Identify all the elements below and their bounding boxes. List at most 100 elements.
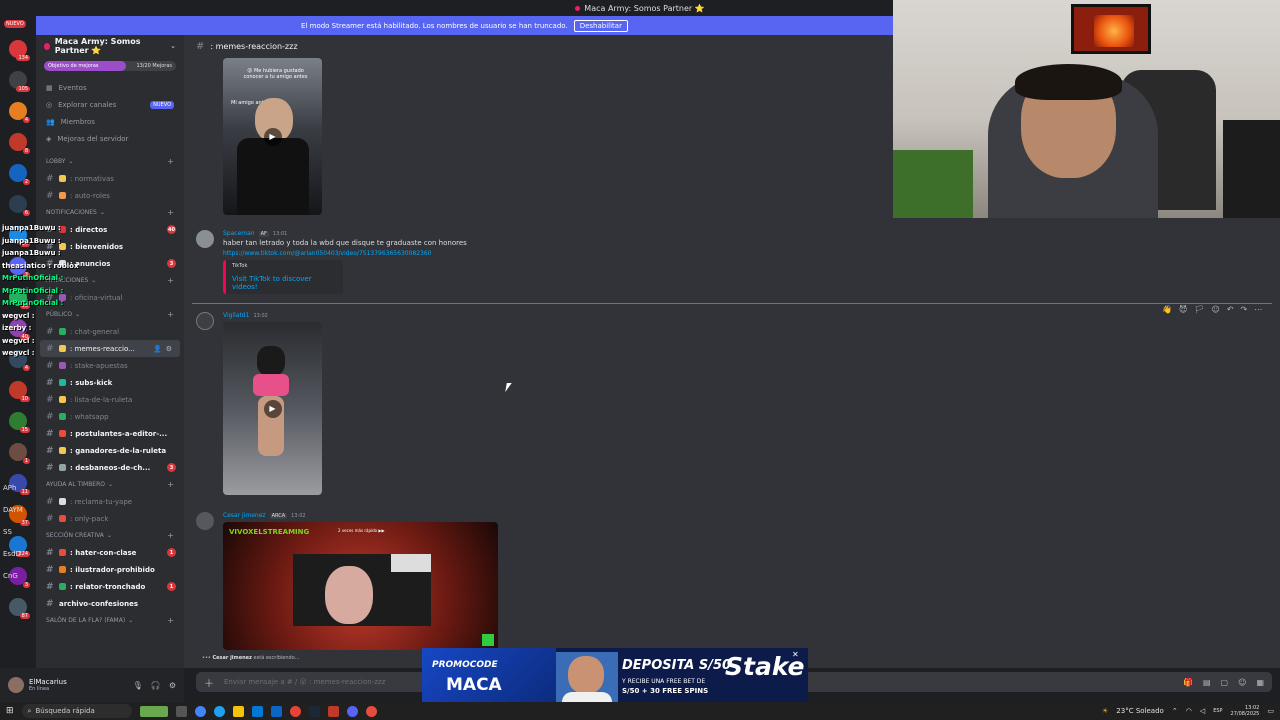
channel-category[interactable]: PÚBLICO ⌄ + <box>36 306 184 323</box>
store-icon[interactable] <box>251 705 263 717</box>
microphone-icon[interactable]: 🎙 <box>133 681 143 690</box>
channel-item[interactable]: #: normativas <box>36 170 184 187</box>
server-icon[interactable]: 1 <box>9 443 30 464</box>
avatar[interactable] <box>8 677 24 693</box>
invite-icon[interactable]: 👤 <box>153 345 162 353</box>
obs-icon[interactable] <box>365 705 377 717</box>
server-icon[interactable]: 87 <box>9 598 30 619</box>
add-channel-icon[interactable]: + <box>167 531 174 540</box>
add-reaction-icon[interactable]: ☺ <box>1211 305 1219 314</box>
add-channel-icon[interactable]: + <box>167 480 174 489</box>
edge-icon[interactable] <box>213 705 225 717</box>
windows-start-icon[interactable]: ⊞ <box>6 706 14 716</box>
gif-icon[interactable]: ▤ <box>1203 678 1211 687</box>
sidebar-nav-item[interactable]: ▦ Eventos <box>36 79 184 96</box>
author-name[interactable]: Spaceman <box>223 230 255 237</box>
server-icon[interactable]: 134 <box>9 40 30 61</box>
file-explorer-icon[interactable] <box>232 705 244 717</box>
add-channel-icon[interactable]: + <box>167 310 174 319</box>
video-attachment[interactable]: VIVOXELSTREAMING 2 veces más rápido ▶▶ <box>223 522 498 650</box>
reaction-icon[interactable]: 😈 <box>1179 305 1187 314</box>
disable-streamer-mode-button[interactable]: Deshabilitar <box>573 19 628 32</box>
reaction-icon[interactable]: 👋 <box>1162 305 1172 314</box>
server-icon[interactable]: 105 <box>9 71 30 92</box>
server-label[interactable]: SS <box>3 528 12 536</box>
gear-icon[interactable]: ⚙ <box>169 681 176 690</box>
add-channel-icon[interactable]: + <box>167 616 174 625</box>
channel-category[interactable]: SECCIÓN CREATIVA ⌄ + <box>36 527 184 544</box>
channel-category[interactable]: LOBBY ⌄ + <box>36 153 184 170</box>
server-icon[interactable]: 15 <box>9 412 30 433</box>
outlook-icon[interactable] <box>270 705 282 717</box>
channel-item[interactable]: #: auto-roles <box>36 187 184 204</box>
reply-icon[interactable]: ↶ <box>1227 305 1234 314</box>
widgets-icon[interactable] <box>139 705 168 717</box>
chrome-icon[interactable] <box>289 705 301 717</box>
forward-icon[interactable]: ↷ <box>1241 305 1248 314</box>
avatar[interactable] <box>196 512 214 530</box>
gift-icon[interactable]: 🎁 <box>1183 678 1193 687</box>
channel-item[interactable]: #: memes-reaccio... 👤 ⚙ <box>40 340 180 357</box>
author-name[interactable]: Cesar jimenez <box>223 512 266 519</box>
apps-icon[interactable]: ▦ <box>1256 678 1264 687</box>
channel-category[interactable]: NOTIFICACIONES ⌄ + <box>36 204 184 221</box>
headphones-icon[interactable]: 🎧 <box>151 681 161 690</box>
avatar[interactable] <box>196 230 214 248</box>
message-link[interactable]: https://www.tiktok.com/@arian050403/vide… <box>223 250 431 257</box>
channel-category[interactable]: SALÓN DE LA FLA? (FAMA) ⌄ + <box>36 612 184 629</box>
channel-item[interactable]: #: lista-de-la-ruleta <box>36 391 184 408</box>
server-icon[interactable]: 6 <box>9 195 30 216</box>
wifi-icon[interactable]: ◠ <box>1186 707 1192 715</box>
taskbar-search[interactable]: ⌕ Búsqueda rápida <box>21 704 132 718</box>
channel-item[interactable]: #: stake-apuestas <box>36 357 184 374</box>
video-attachment[interactable]: 😮 Me hubiera gustado conocer a tu amigo … <box>223 58 322 215</box>
reaction-icon[interactable]: 🏳 <box>1194 305 1204 314</box>
video-attachment[interactable]: ▶ <box>223 322 322 495</box>
channel-item[interactable]: #: ilustrador-prohibido <box>36 561 184 578</box>
sidebar-nav-item[interactable]: ◎ Explorar canales NUEVO <box>36 96 184 113</box>
server-icon[interactable]: 4 <box>9 102 30 123</box>
notifications-icon[interactable]: ▭ <box>1267 707 1274 715</box>
server-header[interactable]: Maca Army: Somos Partner ⭐ ⌄ <box>36 35 184 57</box>
sidebar-nav-item[interactable]: ◈ Mejoras del servidor <box>36 130 184 147</box>
language-indicator[interactable]: ESP <box>1213 708 1222 714</box>
boost-progress[interactable]: Objetivo de mejoras 13/20 Mejoras <box>44 61 176 71</box>
channel-item[interactable]: #: chat-general <box>36 323 184 340</box>
gear-icon[interactable]: ⚙ <box>166 345 172 353</box>
weather-text[interactable]: 23°C Soleado <box>1116 707 1164 715</box>
embed-title[interactable]: Visit TikTok to discover videos! <box>232 275 337 291</box>
channel-item[interactable]: #: relator-tronchado 1 <box>36 578 184 595</box>
browser-icon[interactable] <box>194 705 206 717</box>
add-channel-icon[interactable]: + <box>167 208 174 217</box>
channel-item[interactable]: #: reclama-tu-yape <box>36 493 184 510</box>
server-icon[interactable]: 2 <box>9 164 30 185</box>
add-attachment-icon[interactable]: ＋ <box>204 675 214 690</box>
add-channel-icon[interactable]: + <box>167 157 174 166</box>
server-icon[interactable]: 10 <box>9 381 30 402</box>
sticker-icon[interactable]: ▢ <box>1221 678 1229 687</box>
play-icon[interactable]: ▶ <box>263 127 282 146</box>
clock[interactable]: 13:02 27/08/2025 <box>1231 705 1260 717</box>
server-label[interactable]: CnG <box>3 572 18 580</box>
channel-category[interactable]: AYUDA AL TIMBERO ⌄ + <box>36 476 184 493</box>
add-channel-icon[interactable]: + <box>167 276 174 285</box>
channel-item[interactable]: #: postulantes-a-editor-... <box>36 425 184 442</box>
tray-chevron-icon[interactable]: ⌃ <box>1172 707 1178 715</box>
emoji-icon[interactable]: ☺ <box>1238 678 1246 687</box>
sidebar-nav-item[interactable]: 👥 Miembros <box>36 113 184 130</box>
app-icon[interactable] <box>327 705 339 717</box>
channel-item[interactable]: #: whatsapp <box>36 408 184 425</box>
more-icon[interactable]: ⋯ <box>1254 305 1262 314</box>
volume-icon[interactable]: ◁ <box>1200 707 1205 715</box>
channel-item[interactable]: #: ganadores-de-la-ruleta <box>36 442 184 459</box>
avatar[interactable] <box>196 312 214 330</box>
channel-item[interactable]: #: desbaneos-de-ch... 3 <box>36 459 184 476</box>
server-label[interactable]: APh <box>3 484 16 492</box>
task-view-icon[interactable] <box>175 705 187 717</box>
author-name[interactable]: Vigilatd1 <box>223 312 249 319</box>
server-icon[interactable]: 8 <box>9 133 30 154</box>
channel-item[interactable]: # archivo-confesiones <box>36 595 184 612</box>
server-label[interactable]: DAYM <box>3 506 23 514</box>
channel-item[interactable]: #: hater-con-clase 1 <box>36 544 184 561</box>
close-icon[interactable]: ✕ <box>792 650 799 659</box>
